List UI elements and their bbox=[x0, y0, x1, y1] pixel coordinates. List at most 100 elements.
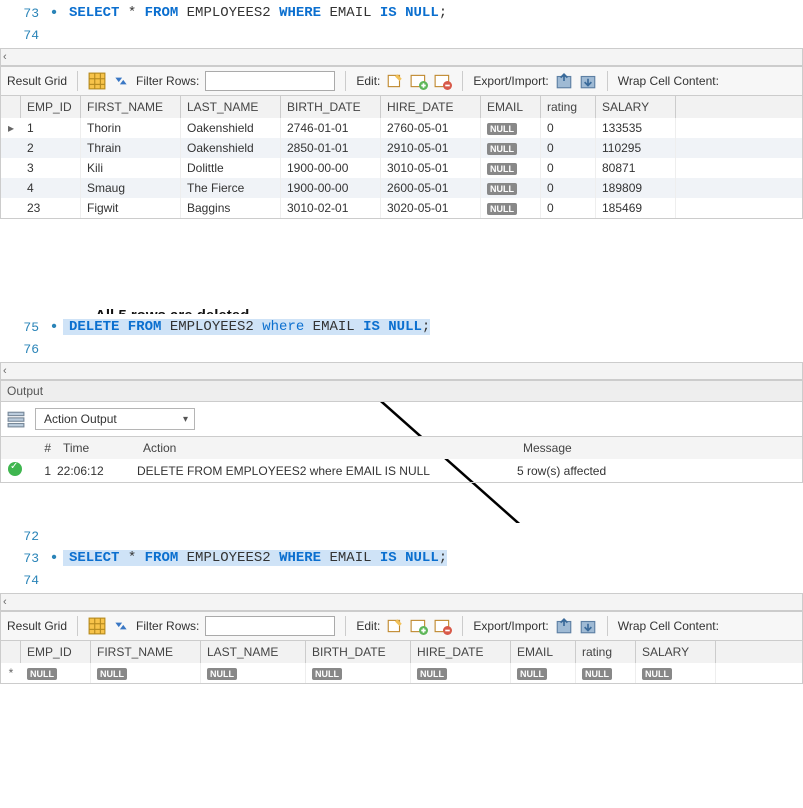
cell[interactable]: 1900-00-00 bbox=[281, 178, 381, 198]
cell[interactable]: 0 bbox=[541, 158, 596, 178]
cell[interactable]: 133535 bbox=[596, 118, 676, 138]
code-line[interactable]: 73•SELECT * FROM EMPLOYEES2 WHERE EMAIL … bbox=[0, 2, 803, 24]
code-text[interactable]: SELECT * FROM EMPLOYEES2 WHERE EMAIL IS … bbox=[63, 550, 447, 566]
export-icon-2[interactable] bbox=[555, 617, 573, 635]
cell[interactable]: NULL bbox=[481, 118, 541, 138]
filter-rows-input-2[interactable] bbox=[205, 616, 335, 636]
cell[interactable]: 2910-05-01 bbox=[381, 138, 481, 158]
delete-row-icon-2[interactable] bbox=[434, 617, 452, 635]
cell[interactable]: 1 bbox=[21, 118, 81, 138]
cell[interactable]: NULL bbox=[576, 663, 636, 683]
cell[interactable]: NULL bbox=[21, 663, 91, 683]
output-type-dropdown[interactable]: Action Output bbox=[35, 408, 195, 430]
column-header[interactable]: EMAIL bbox=[511, 641, 576, 663]
cell[interactable]: 0 bbox=[541, 138, 596, 158]
row-selector[interactable]: ▸ bbox=[1, 121, 21, 135]
table-row[interactable]: 3KiliDolittle1900-00-003010-05-01NULL080… bbox=[1, 158, 802, 178]
cell[interactable]: Thorin bbox=[81, 118, 181, 138]
cell[interactable]: Oakenshield bbox=[181, 118, 281, 138]
table-row[interactable]: 2ThrainOakenshield2850-01-012910-05-01NU… bbox=[1, 138, 802, 158]
cell[interactable]: Dolittle bbox=[181, 158, 281, 178]
code-line[interactable]: 73•SELECT * FROM EMPLOYEES2 WHERE EMAIL … bbox=[0, 547, 803, 569]
cell[interactable]: NULL bbox=[481, 138, 541, 158]
cell[interactable]: 23 bbox=[21, 198, 81, 218]
breakpoint-gutter[interactable]: • bbox=[45, 5, 63, 21]
cell[interactable]: 4 bbox=[21, 178, 81, 198]
cell[interactable]: NULL bbox=[91, 663, 201, 683]
cell[interactable]: Oakenshield bbox=[181, 138, 281, 158]
cell[interactable]: Thrain bbox=[81, 138, 181, 158]
code-line[interactable]: 72 bbox=[0, 525, 803, 547]
column-header[interactable]: LAST_NAME bbox=[181, 96, 281, 118]
cell[interactable]: Baggins bbox=[181, 198, 281, 218]
code-line[interactable]: 74 bbox=[0, 24, 803, 46]
column-header[interactable]: LAST_NAME bbox=[201, 641, 306, 663]
grid-view-icon[interactable] bbox=[88, 72, 106, 90]
column-header[interactable]: HIRE_DATE bbox=[381, 96, 481, 118]
output-row[interactable]: 1 22:06:12 DELETE FROM EMPLOYEES2 where … bbox=[1, 459, 802, 482]
import-icon[interactable] bbox=[579, 72, 597, 90]
import-icon-2[interactable] bbox=[579, 617, 597, 635]
code-text[interactable]: DELETE FROM EMPLOYEES2 where EMAIL IS NU… bbox=[63, 319, 430, 335]
filter-swap-icon[interactable] bbox=[112, 72, 130, 90]
filter-swap-icon-2[interactable] bbox=[112, 617, 130, 635]
cell[interactable]: 1900-00-00 bbox=[281, 158, 381, 178]
cell[interactable]: 2746-01-01 bbox=[281, 118, 381, 138]
column-header[interactable]: rating bbox=[541, 96, 596, 118]
cell[interactable]: NULL bbox=[511, 663, 576, 683]
cell[interactable]: 3010-02-01 bbox=[281, 198, 381, 218]
hscroll-left-1[interactable]: ‹ bbox=[0, 48, 803, 66]
cell[interactable]: 2600-05-01 bbox=[381, 178, 481, 198]
cell[interactable]: Smaug bbox=[81, 178, 181, 198]
cell[interactable]: NULL bbox=[481, 158, 541, 178]
add-row-icon-2[interactable] bbox=[410, 617, 428, 635]
table-row[interactable]: 4SmaugThe Fierce1900-00-002600-05-01NULL… bbox=[1, 178, 802, 198]
column-header[interactable]: BIRTH_DATE bbox=[306, 641, 411, 663]
column-header[interactable]: EMP_ID bbox=[21, 641, 91, 663]
code-line[interactable]: 75•DELETE FROM EMPLOYEES2 where EMAIL IS… bbox=[0, 316, 803, 338]
breakpoint-gutter[interactable]: • bbox=[45, 319, 63, 335]
cell[interactable]: Kili bbox=[81, 158, 181, 178]
column-header[interactable]: FIRST_NAME bbox=[81, 96, 181, 118]
code-line[interactable]: 76 bbox=[0, 338, 803, 360]
column-header[interactable]: SALARY bbox=[596, 96, 676, 118]
sql-editor-3[interactable]: 7273•SELECT * FROM EMPLOYEES2 WHERE EMAI… bbox=[0, 523, 803, 593]
table-row[interactable]: ▸1ThorinOakenshield2746-01-012760-05-01N… bbox=[1, 118, 802, 138]
column-header[interactable]: HIRE_DATE bbox=[411, 641, 511, 663]
edit-icon[interactable] bbox=[386, 72, 404, 90]
sql-editor-2[interactable]: 75•DELETE FROM EMPLOYEES2 where EMAIL IS… bbox=[0, 314, 803, 362]
table-row[interactable]: 23FigwitBaggins3010-02-013020-05-01NULL0… bbox=[1, 198, 802, 218]
row-selector[interactable]: * bbox=[1, 666, 21, 680]
cell[interactable]: 3010-05-01 bbox=[381, 158, 481, 178]
code-line[interactable]: 74 bbox=[0, 569, 803, 591]
output-list-icon[interactable] bbox=[7, 410, 25, 428]
cell[interactable]: NULL bbox=[411, 663, 511, 683]
column-header[interactable]: EMP_ID bbox=[21, 96, 81, 118]
cell[interactable]: 0 bbox=[541, 198, 596, 218]
hscroll-left-3[interactable]: ‹ bbox=[0, 593, 803, 611]
cell[interactable]: 2 bbox=[21, 138, 81, 158]
cell[interactable]: Figwit bbox=[81, 198, 181, 218]
cell[interactable]: 80871 bbox=[596, 158, 676, 178]
filter-rows-input[interactable] bbox=[205, 71, 335, 91]
column-header[interactable]: EMAIL bbox=[481, 96, 541, 118]
cell[interactable]: 110295 bbox=[596, 138, 676, 158]
cell[interactable]: NULL bbox=[306, 663, 411, 683]
sql-editor-1[interactable]: 73•SELECT * FROM EMPLOYEES2 WHERE EMAIL … bbox=[0, 0, 803, 48]
cell[interactable]: 2760-05-01 bbox=[381, 118, 481, 138]
cell[interactable]: 2850-01-01 bbox=[281, 138, 381, 158]
grid-view-icon-2[interactable] bbox=[88, 617, 106, 635]
code-text[interactable]: SELECT * FROM EMPLOYEES2 WHERE EMAIL IS … bbox=[63, 5, 447, 21]
column-header[interactable]: SALARY bbox=[636, 641, 716, 663]
hscroll-left-2[interactable]: ‹ bbox=[0, 362, 803, 380]
column-header[interactable]: FIRST_NAME bbox=[91, 641, 201, 663]
cell[interactable]: The Fierce bbox=[181, 178, 281, 198]
cell[interactable]: NULL bbox=[636, 663, 716, 683]
edit-icon-2[interactable] bbox=[386, 617, 404, 635]
cell[interactable]: NULL bbox=[201, 663, 306, 683]
cell[interactable]: 185469 bbox=[596, 198, 676, 218]
add-row-icon[interactable] bbox=[410, 72, 428, 90]
breakpoint-gutter[interactable]: • bbox=[45, 550, 63, 566]
cell[interactable]: 3020-05-01 bbox=[381, 198, 481, 218]
cell[interactable]: NULL bbox=[481, 198, 541, 218]
